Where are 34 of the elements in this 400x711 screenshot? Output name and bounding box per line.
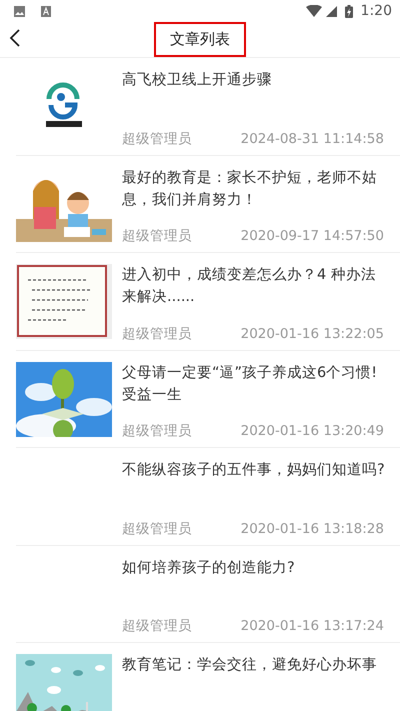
author-text: 超级管理员	[122, 617, 192, 636]
article-item[interactable]: 高飞校卫线上开通步骤 超级管理员 2024-08-31 11:14:58	[16, 58, 400, 156]
author-text: 超级管理员	[122, 422, 192, 442]
article-title: 进入初中，成绩变差怎么办？4 种办法来解决......	[122, 266, 377, 307]
date-text: 2020-01-16 13:18:28	[240, 520, 384, 539]
article-item[interactable]: 不能纵容孩子的五件事，妈妈们知道吗? 超级管理员 2020-01-16 13:18:28	[16, 448, 400, 546]
wifi-icon	[306, 5, 322, 17]
article-title: 如何培养孩子的创造能力?	[122, 558, 296, 578]
article-item[interactable]: 教育笔记：学会交往，避免好心办坏事	[16, 643, 400, 711]
article-title: 高飞校卫线上开通步骤	[122, 70, 273, 90]
article-title: 不能纵容孩子的五件事，妈妈们知道吗?	[122, 460, 386, 480]
date-text: 2020-01-16 13:17:24	[240, 617, 384, 636]
article-item[interactable]: 父母请一定要“逼”孩子养成这6个习惯!受益一生 超级管理员 2020-01-16 13:20:49	[16, 350, 400, 448]
date-text: 2020-01-16 13:22:05	[240, 324, 384, 344]
notification-icon	[41, 6, 51, 16]
date-text: 2020-09-17 14:57:50	[240, 227, 384, 246]
battery-charging-icon	[344, 4, 353, 18]
author-text: 超级管理员	[122, 324, 192, 344]
date-text: 2024-08-31 11:14:58	[240, 130, 384, 149]
page-title: 文章列表	[154, 22, 246, 57]
image-icon	[14, 6, 25, 16]
article-title: 父母请一定要“逼”孩子养成这6个习惯!受益一生	[122, 364, 378, 404]
article-item[interactable]: 进入初中，成绩变差怎么办？4 种办法来解决...... 超级管理员 2020-01-16 13:22:05	[16, 253, 400, 350]
article-title: 最好的教育是：家长不护短，老师不姑息，我们并肩努力！	[122, 168, 378, 210]
clock-text: 1:20	[360, 2, 392, 20]
article-item[interactable]: 如何培养孩子的创造能力? 超级管理员 2020-01-16 13:17:24	[16, 546, 400, 643]
author-text: 超级管理员	[122, 520, 192, 539]
author-text: 超级管理员	[122, 227, 192, 246]
author-text: 超级管理员	[122, 130, 192, 149]
article-title: 教育笔记：学会交往，避免好心办坏事	[122, 656, 378, 675]
back-icon[interactable]	[8, 28, 22, 48]
signal-icon	[326, 6, 337, 16]
date-text: 2020-01-16 13:20:49	[240, 422, 384, 442]
article-item[interactable]: 最好的教育是：家长不护短，老师不姑息，我们并肩努力！ 超级管理员 2020-09-17 14:57:50	[16, 156, 400, 253]
